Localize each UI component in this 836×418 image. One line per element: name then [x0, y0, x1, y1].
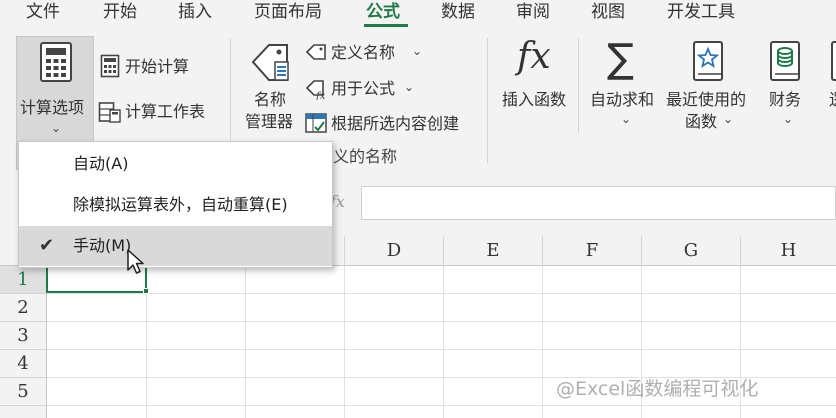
name-manager-label-1: 名称 — [254, 90, 287, 109]
calc-options-label: 计算选项 — [20, 98, 85, 117]
chevron-down-icon: ⌄ — [621, 112, 632, 126]
menu-item-label: 手动(M) — [73, 236, 132, 255]
chevron-down-icon: ⌄ — [404, 80, 415, 94]
calc-now-label: 开始计算 — [125, 57, 190, 76]
logical-book-icon — [831, 41, 836, 81]
define-name-label: 定义名称 — [331, 43, 396, 62]
tab-review[interactable]: 审阅 — [516, 0, 550, 24]
grid-line — [542, 266, 543, 418]
menu-item-label: 自动(A) — [73, 154, 129, 173]
calc-options-dropdown: 自动(A) 除模拟运算表外，自动重算(E) ✔ 手动(M) — [18, 141, 333, 268]
recently-used-label-2: 函数 — [685, 112, 718, 131]
create-from-selection-label: 根据所选内容创建 — [331, 114, 460, 133]
column-header-f[interactable]: F — [542, 236, 641, 266]
group-separator — [487, 38, 488, 163]
menu-item-automatic-except-tables[interactable]: 除模拟运算表外，自动重算(E) — [19, 185, 332, 225]
tab-data[interactable]: 数据 — [441, 0, 475, 24]
row-header-5[interactable]: 5 — [0, 378, 47, 406]
book-star-icon — [693, 41, 723, 81]
row-header-6[interactable] — [0, 406, 47, 418]
calc-sheet-icon — [98, 102, 121, 123]
money-book-icon — [770, 41, 800, 81]
checkmark-icon: ✔ — [39, 235, 55, 256]
svg-text:fx: fx — [315, 91, 326, 100]
grid-line — [47, 293, 836, 294]
grid-line — [245, 266, 246, 418]
autosum-label: 自动求和 — [590, 90, 655, 109]
financial-label: 财务 — [769, 90, 802, 109]
column-header-g[interactable]: G — [641, 236, 740, 266]
create-from-selection-icon — [305, 113, 327, 133]
column-header-d[interactable]: D — [344, 236, 443, 266]
grid-line — [47, 405, 836, 406]
tab-page-layout[interactable]: 页面布局 — [254, 0, 322, 24]
tag-fx-icon: fx — [305, 80, 326, 100]
name-tag-icon — [251, 44, 289, 81]
tab-file[interactable]: 文件 — [26, 0, 60, 24]
formula-input[interactable] — [361, 186, 836, 220]
logical-label: 逻 — [829, 90, 836, 110]
chevron-down-icon: ⌄ — [51, 121, 62, 135]
menu-item-label: 除模拟运算表外，自动重算(E) — [73, 195, 288, 214]
calculator-small-icon — [100, 54, 120, 78]
tab-developer[interactable]: 开发工具 — [667, 0, 735, 24]
calculator-icon — [40, 42, 72, 82]
tab-view[interactable]: 视图 — [591, 0, 625, 24]
active-tab-indicator — [364, 24, 408, 27]
row-header-1[interactable]: 1 — [0, 266, 47, 294]
insert-function-label: 插入函数 — [502, 90, 567, 109]
column-header-h[interactable]: H — [740, 236, 836, 266]
column-header-e[interactable]: E — [443, 236, 542, 266]
calc-sheet-label: 计算工作表 — [125, 102, 206, 121]
name-manager-label-2: 管理器 — [245, 112, 294, 131]
menu-item-manual[interactable]: ✔ 手动(M) — [19, 226, 332, 266]
mouse-cursor-icon — [127, 249, 144, 274]
fx-icon: fx — [517, 36, 551, 77]
grid-line — [47, 349, 836, 350]
watermark: @Excel函数编程可视化 — [556, 378, 759, 400]
recently-used-label-1: 最近使用的 — [666, 90, 747, 109]
menu-item-automatic[interactable]: 自动(A) — [19, 144, 332, 184]
chevron-down-icon: ⌄ — [723, 112, 734, 126]
sigma-icon: ∑ — [607, 36, 634, 82]
tab-formulas[interactable]: 公式 — [366, 0, 400, 24]
row-header-3[interactable]: 3 — [0, 322, 47, 350]
chevron-down-icon: ⌄ — [783, 112, 794, 126]
fill-handle[interactable] — [143, 288, 149, 294]
defined-names-group-label: 义的名称 — [333, 147, 398, 166]
chevron-down-icon: ⌄ — [412, 44, 423, 58]
grid-line — [344, 266, 345, 418]
tab-insert[interactable]: 插入 — [178, 0, 212, 24]
grid-line — [47, 321, 836, 322]
menu-tab-bar: 文件 开始 插入 页面布局 公式 数据 审阅 视图 开发工具 — [0, 0, 836, 28]
group-separator — [578, 38, 579, 133]
grid-line — [443, 266, 444, 418]
tag-icon — [305, 44, 326, 60]
use-in-formula-label: 用于公式 — [331, 79, 396, 98]
tab-home[interactable]: 开始 — [103, 0, 137, 24]
row-header-2[interactable]: 2 — [0, 294, 47, 322]
row-header-4[interactable]: 4 — [0, 350, 47, 378]
